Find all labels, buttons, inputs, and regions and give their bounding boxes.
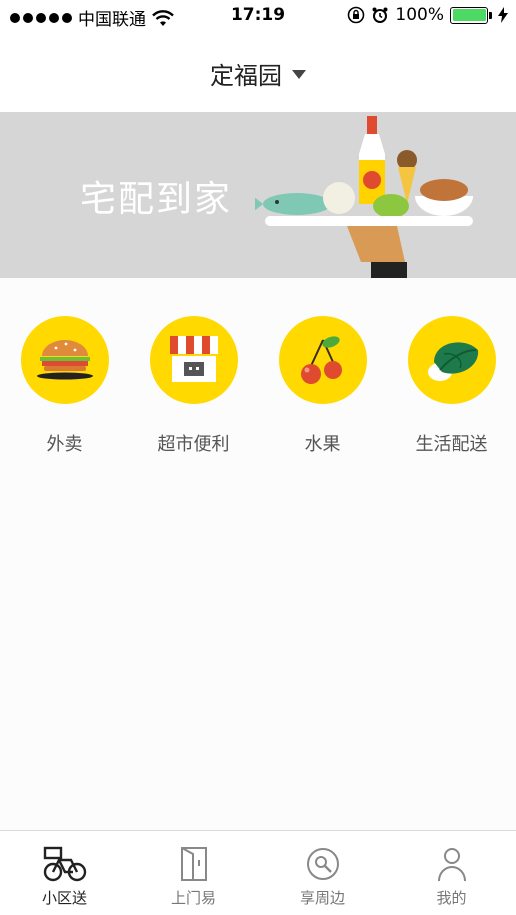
- tab-community-delivery[interactable]: 小区送: [0, 831, 129, 915]
- tab-label: 享周边: [299, 889, 345, 907]
- location-name: 定福园: [210, 61, 282, 90]
- search-around-icon: [301, 845, 345, 883]
- status-bar: 中国联通 17:19 100%: [0, 0, 516, 34]
- tab-label: 上门易: [170, 889, 216, 907]
- person-icon: [430, 845, 474, 883]
- burger-icon: [20, 316, 109, 404]
- category-grid: 外卖 超市便利 水果 生活配送: [0, 316, 516, 456]
- category-label: 水果: [304, 434, 341, 455]
- tab-label: 小区送: [41, 889, 87, 907]
- food-tray-illustration: [255, 116, 473, 288]
- tab-bar: 小区送 上门易 享周边 我的: [0, 830, 516, 915]
- status-right: 100%: [347, 5, 508, 25]
- chevron-down-icon: [292, 69, 306, 79]
- rotation-lock-icon: [348, 6, 365, 24]
- category-label: 外卖: [46, 434, 83, 455]
- store-icon: [149, 316, 238, 404]
- charging-bolt-icon: [498, 7, 508, 23]
- category-fruit[interactable]: 水果: [258, 316, 387, 456]
- cherry-icon: [278, 316, 367, 404]
- battery-icon: [450, 6, 492, 24]
- battery-percent: 100%: [395, 5, 444, 25]
- vegetable-icon: [407, 316, 496, 404]
- category-supermarket[interactable]: 超市便利: [129, 316, 258, 456]
- location-selector[interactable]: 定福园: [210, 56, 306, 91]
- category-label: 超市便利: [157, 434, 230, 455]
- main-content: 外卖 超市便利 水果 生活配送: [0, 278, 516, 830]
- bicycle-icon: [43, 845, 87, 883]
- tab-home-service[interactable]: 上门易: [129, 831, 258, 915]
- promo-banner[interactable]: 宅配到家: [0, 112, 516, 288]
- tab-label: 我的: [436, 889, 467, 907]
- category-takeout[interactable]: 外卖: [0, 316, 129, 456]
- header: 定福园: [0, 34, 516, 112]
- category-life-delivery[interactable]: 生活配送: [387, 316, 516, 456]
- category-label: 生活配送: [415, 434, 488, 455]
- banner-title: 宅配到家: [80, 179, 233, 220]
- alarm-icon: [372, 7, 388, 23]
- tab-nearby[interactable]: 享周边: [258, 831, 387, 915]
- tab-me[interactable]: 我的: [387, 831, 516, 915]
- door-icon: [172, 845, 216, 883]
